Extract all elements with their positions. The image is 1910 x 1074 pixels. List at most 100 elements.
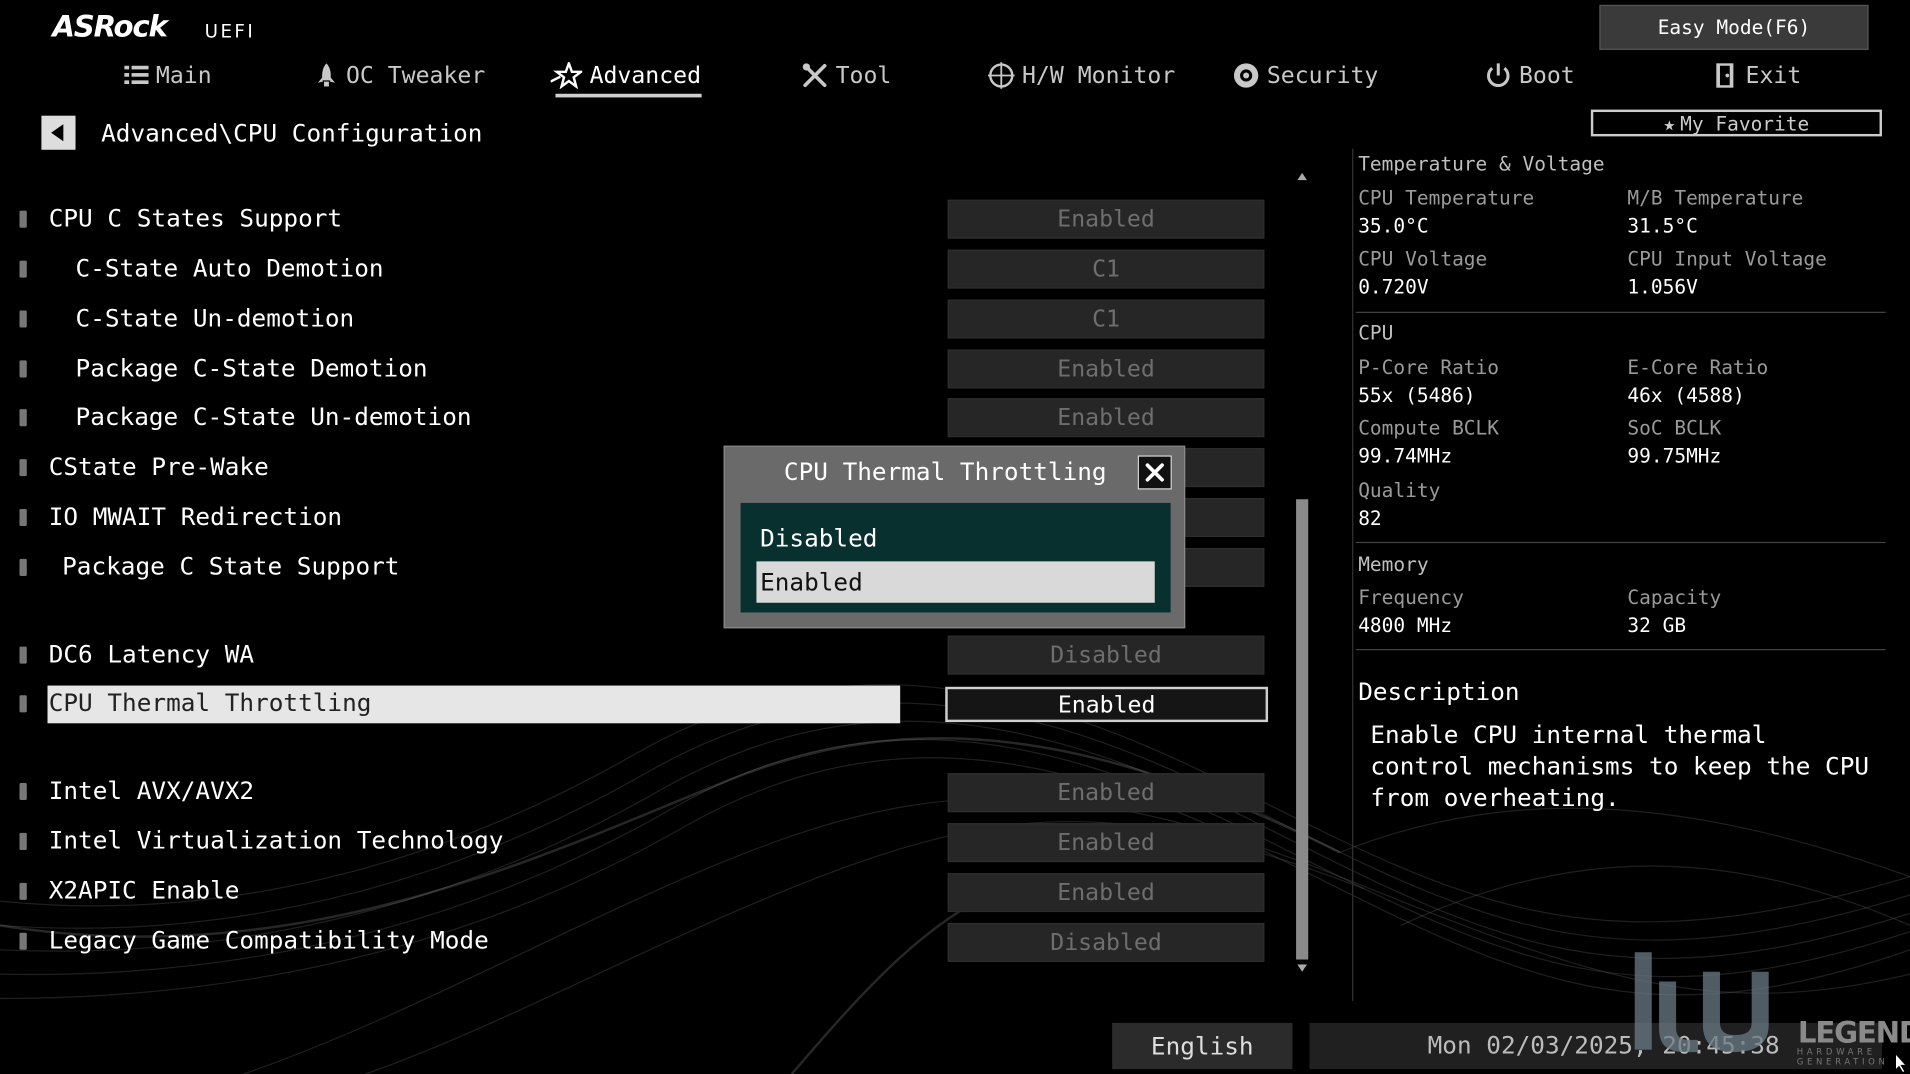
section-memory: Memory: [1358, 552, 1429, 576]
setting-label-cstate-pre-wake[interactable]: CState Pre-Wake: [49, 452, 269, 481]
description-title: Description: [1358, 677, 1520, 707]
language-button[interactable]: English: [1112, 1022, 1293, 1070]
setting-label-dc6-latency-wa[interactable]: DC6 Latency WA: [49, 639, 254, 668]
row-marker: [19, 932, 27, 950]
row-marker: [19, 260, 27, 278]
setting-label-package-c-state-un-demotion[interactable]: Package C-State Un-demotion: [76, 402, 472, 431]
power-icon: [1487, 63, 1510, 87]
option-popup-dialog: CPU Thermal Throttling Disabled Enabled: [723, 445, 1186, 629]
description-text: Enable CPU internal thermal control mech…: [1370, 719, 1870, 813]
setting-value-package-c-state-un-demotion[interactable]: Enabled: [947, 398, 1265, 438]
quality-value: 82: [1358, 506, 1382, 530]
tab-security[interactable]: Security: [1233, 58, 1379, 92]
memory-frequency-label: Frequency: [1358, 585, 1464, 609]
cpu-input-voltage-label: CPU Input Voltage: [1627, 247, 1827, 271]
star-icon: ★: [1663, 111, 1676, 135]
soc-bclk-value: 99.75MHz: [1627, 444, 1722, 468]
active-tab-underline: [555, 93, 702, 98]
arrow-left-icon: [51, 124, 64, 142]
monitor-icon: [987, 62, 1015, 89]
tab-main-label: Main: [155, 62, 212, 89]
setting-label-c-state-un-demotion[interactable]: C-State Un-demotion: [76, 303, 355, 332]
setting-label-legacy-game-compatibility-mode[interactable]: Legacy Game Compatibility Mode: [49, 925, 489, 954]
memory-frequency-value: 4800 MHz: [1358, 613, 1453, 637]
tab-advanced[interactable]: Advanced: [550, 58, 702, 98]
popup-title: CPU Thermal Throttling: [783, 456, 1107, 486]
watermark-logo-icon: [1634, 952, 1769, 1053]
memory-capacity-value: 32 GB: [1627, 613, 1687, 637]
row-marker: [19, 832, 27, 850]
setting-value-dc6-latency-wa[interactable]: Disabled: [947, 635, 1265, 675]
setting-label-intel-avx-avx2[interactable]: Intel AVX/AVX2: [49, 776, 254, 805]
my-favorite-button[interactable]: ★ My Favorite: [1590, 109, 1882, 137]
popup-option-enabled[interactable]: Enabled: [756, 561, 1155, 603]
scroll-up-arrow-icon[interactable]: [1297, 172, 1308, 181]
popup-options-list: Disabled Enabled: [740, 502, 1171, 613]
popup-option-disabled[interactable]: Disabled: [756, 518, 1154, 559]
row-marker: [19, 210, 27, 228]
section-cpu: CPU: [1358, 321, 1394, 345]
setting-label-c-state-auto-demotion[interactable]: C-State Auto Demotion: [76, 253, 384, 282]
scroll-down-arrow-icon[interactable]: [1297, 964, 1308, 972]
p-core-ratio-label: P-Core Ratio: [1358, 355, 1499, 379]
cpu-temperature-value: 35.0°C: [1358, 214, 1429, 238]
scrollbar-thumb[interactable]: [1296, 499, 1309, 960]
mb-temperature-value: 31.5°C: [1627, 214, 1698, 238]
tab-boot[interactable]: Boot: [1485, 58, 1575, 92]
tab-hw-monitor[interactable]: H/W Monitor: [987, 58, 1176, 92]
p-core-ratio-value: 55x (5486): [1358, 383, 1476, 407]
row-marker: [19, 459, 27, 477]
divider: [1355, 311, 1886, 313]
setting-label-x2apic-enable[interactable]: X2APIC Enable: [49, 876, 240, 905]
setting-value-package-c-state-demotion[interactable]: Enabled: [947, 349, 1265, 389]
close-icon: [1145, 463, 1164, 482]
setting-value-intel-avx-avx2[interactable]: Enabled: [947, 773, 1265, 813]
watermark-subtext: HARDWARE GENERATION: [1796, 1047, 1889, 1067]
row-marker: [19, 310, 27, 328]
cpu-input-voltage-value: 1.056V: [1627, 275, 1698, 299]
setting-value-cpu-c-states-support[interactable]: Enabled: [947, 199, 1265, 239]
e-core-ratio-label: E-Core Ratio: [1627, 355, 1769, 379]
tab-exit[interactable]: Exit: [1714, 58, 1801, 92]
mouse-cursor-icon: [1894, 1052, 1908, 1074]
row-marker: [19, 558, 27, 576]
hardware-info-panel: [1352, 148, 1899, 1001]
setting-value-c-state-un-demotion[interactable]: C1: [947, 299, 1265, 339]
tab-oc-tweaker-label: OC Tweaker: [345, 62, 486, 89]
tab-boot-label: Boot: [1518, 62, 1575, 89]
setting-value-c-state-auto-demotion[interactable]: C1: [947, 249, 1265, 289]
compute-bclk-value: 99.74MHz: [1358, 444, 1453, 468]
row-marker: [19, 508, 27, 527]
easy-mode-button[interactable]: Easy Mode(F6): [1599, 4, 1869, 50]
mb-temperature-label: M/B Temperature: [1627, 186, 1804, 210]
quality-label: Quality: [1358, 478, 1441, 502]
back-button[interactable]: [41, 115, 76, 150]
cpu-voltage-label: CPU Voltage: [1358, 247, 1488, 271]
section-temperature-voltage: Temperature & Voltage: [1358, 152, 1605, 176]
tab-hw-monitor-label: H/W Monitor: [1021, 62, 1176, 89]
setting-value-legacy-game-compatibility-mode[interactable]: Disabled: [947, 923, 1265, 962]
setting-label-cpu-c-states-support[interactable]: CPU C States Support: [49, 203, 342, 232]
popup-close-button[interactable]: [1137, 455, 1172, 490]
cpu-voltage-value: 0.720V: [1358, 275, 1429, 299]
soc-bclk-label: SoC BCLK: [1627, 416, 1722, 440]
tab-oc-tweaker[interactable]: OC Tweaker: [314, 58, 485, 92]
tab-tool[interactable]: Tool: [802, 58, 891, 92]
setting-label-package-c-state-support[interactable]: Package C State Support: [62, 552, 399, 581]
setting-label-package-c-state-demotion[interactable]: Package C-State Demotion: [76, 353, 428, 382]
tab-main[interactable]: Main: [124, 58, 212, 92]
shield-icon: [1233, 63, 1259, 88]
setting-value-cpu-thermal-throttling[interactable]: Enabled: [945, 686, 1269, 723]
setting-label-intel-virtualization-technology[interactable]: Intel Virtualization Technology: [49, 826, 504, 855]
cpu-temperature-label: CPU Temperature: [1358, 186, 1535, 210]
uefi-label: UEFI: [204, 20, 256, 43]
setting-value-intel-virtualization-technology[interactable]: Enabled: [947, 823, 1265, 863]
asrock-logo: ASRock: [52, 9, 168, 44]
setting-label-io-mwait-redirection[interactable]: IO MWAIT Redirection: [49, 502, 342, 531]
memory-capacity-label: Capacity: [1627, 585, 1722, 609]
setting-value-x2apic-enable[interactable]: Enabled: [947, 873, 1265, 913]
setting-label-cpu-thermal-throttling[interactable]: CPU Thermal Throttling: [49, 688, 372, 717]
row-marker: [19, 409, 27, 427]
exit-icon: [1716, 63, 1734, 88]
tab-security-label: Security: [1266, 62, 1379, 89]
